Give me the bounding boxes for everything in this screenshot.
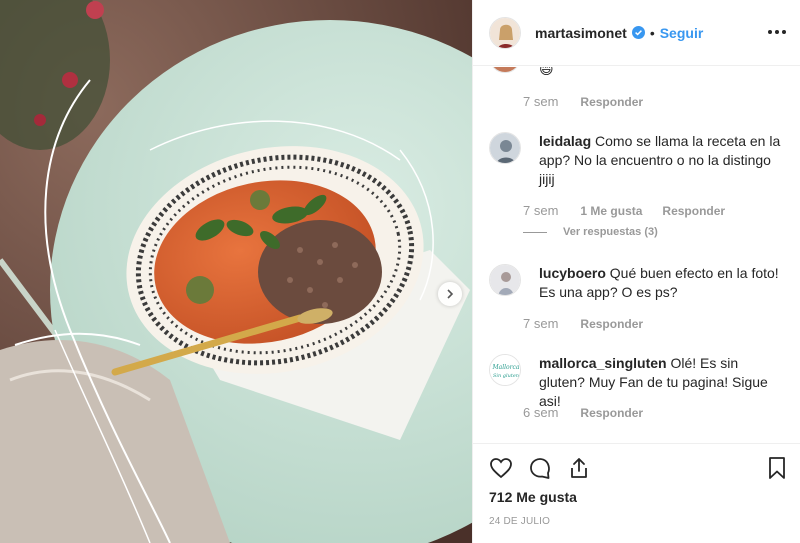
reply-button[interactable]: Responder — [580, 95, 643, 109]
mallorca-logo: Mallorca Sin gluten — [490, 355, 520, 385]
commenter-username[interactable]: mallorca_singluten — [539, 355, 667, 371]
commenter-username[interactable]: lucyboero — [539, 265, 606, 281]
comment-meta: 7 sem Responder — [523, 94, 643, 109]
comment-time[interactable]: 6 sem — [523, 405, 558, 420]
comment-time[interactable]: 7 sem — [523, 203, 558, 218]
reply-button[interactable]: Responder — [662, 204, 725, 218]
chevron-right-icon — [447, 289, 454, 299]
like-button[interactable] — [487, 454, 515, 482]
post-photo[interactable] — [0, 0, 472, 543]
more-icon — [768, 30, 772, 34]
view-replies-button[interactable]: Ver respuestas (3) — [523, 226, 658, 238]
likes-count[interactable]: 712 Me gusta — [489, 489, 577, 505]
author-avatar[interactable] — [489, 16, 521, 49]
save-button[interactable] — [763, 454, 791, 482]
next-photo-button[interactable] — [438, 282, 462, 306]
post-actions: 712 Me gusta 24 de julio — [473, 443, 800, 543]
share-icon — [571, 458, 587, 478]
comment-meta: 6 sem Responder — [523, 405, 643, 420]
comment-button[interactable] — [526, 454, 554, 482]
post-side-panel: martasimonet • Seguir 😄 7 sem Responder — [472, 0, 800, 543]
comment-likes[interactable]: 1 Me gusta — [580, 204, 642, 218]
comment-time[interactable]: 7 sem — [523, 94, 558, 109]
header-separator: • — [649, 24, 655, 41]
comment-item: lucyboero Qué buen efecto en la foto! Es… — [489, 264, 789, 324]
comment-time[interactable]: 7 sem — [523, 316, 558, 331]
reply-button[interactable]: Responder — [580, 317, 643, 331]
comments-list[interactable]: 😄 7 sem Responder leidalag Como se llama… — [473, 67, 800, 443]
heart-icon — [490, 458, 512, 479]
commenter-avatar[interactable] — [489, 132, 521, 164]
share-button[interactable] — [565, 454, 593, 482]
comment-body: leidalag Como se llama la receta en la a… — [539, 132, 787, 189]
comment-body: lucyboero Qué buen efecto en la foto! Es… — [539, 264, 787, 302]
commenter-avatar[interactable] — [489, 67, 521, 73]
comment-icon — [530, 458, 550, 479]
post-header: martasimonet • Seguir — [473, 0, 800, 66]
verified-icon — [631, 26, 645, 39]
comment-item: leidalag Como se llama la receta en la a… — [489, 132, 789, 212]
avatar-logo-text: Mallorca — [492, 364, 520, 371]
commenter-avatar[interactable]: Mallorca Sin gluten — [489, 354, 521, 386]
replies-divider — [523, 231, 547, 233]
comment-text: 😄 — [539, 67, 554, 77]
author-username[interactable]: martasimonet — [535, 25, 627, 41]
commenter-username[interactable]: leidalag — [539, 133, 591, 149]
comment-meta: 7 sem 1 Me gusta Responder — [523, 203, 725, 218]
photo-image — [0, 0, 472, 543]
commenter-avatar[interactable] — [489, 264, 521, 296]
bookmark-icon — [769, 457, 785, 479]
view-replies-label: Ver respuestas (3) — [563, 226, 658, 238]
comment-meta: 7 sem Responder — [523, 316, 643, 331]
svg-text:Sin gluten: Sin gluten — [493, 373, 519, 379]
follow-button[interactable]: Seguir — [660, 25, 704, 41]
comment-body: mallorca_singluten Olé! Es sin gluten? M… — [539, 354, 787, 411]
post-date[interactable]: 24 de julio — [489, 516, 550, 527]
more-options-button[interactable] — [765, 22, 789, 42]
reply-button[interactable]: Responder — [580, 406, 643, 420]
